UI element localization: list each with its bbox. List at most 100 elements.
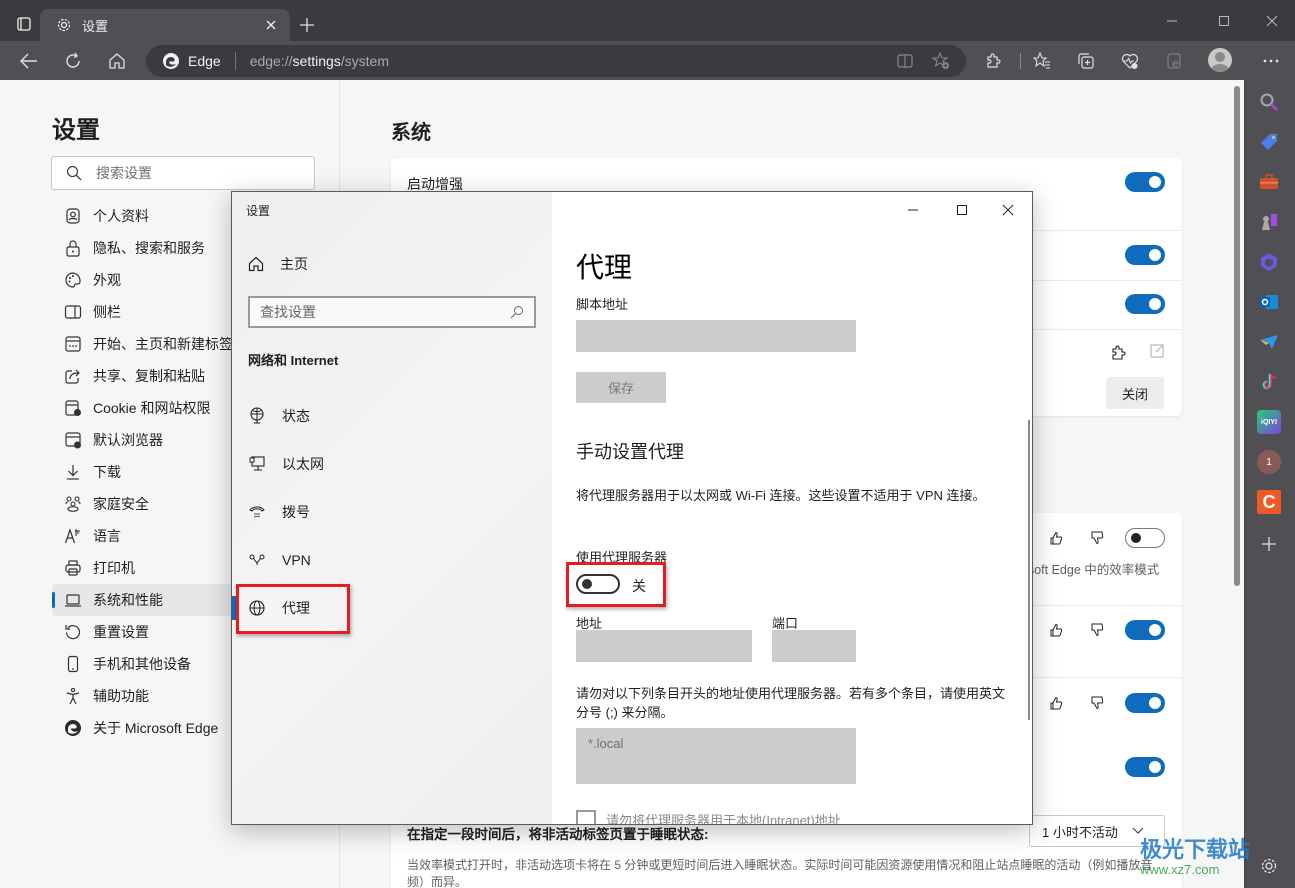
save-button[interactable]: 保存 xyxy=(576,372,666,403)
maximize-icon xyxy=(957,205,967,215)
resource-saving-toggle-3[interactable] xyxy=(1125,757,1165,777)
sidebar-shopping-button[interactable] xyxy=(1257,130,1281,154)
sidebar-games-button[interactable] xyxy=(1257,210,1281,234)
sidebar-search-button[interactable] xyxy=(1257,90,1281,114)
nav-item-2[interactable]: 拨号 xyxy=(232,488,552,536)
bypass-local-checkbox[interactable] xyxy=(576,810,596,824)
chess-icon xyxy=(1262,214,1277,230)
add-favorite-button[interactable] xyxy=(930,50,952,72)
dialog-minimize-button[interactable] xyxy=(898,198,928,222)
close-button[interactable]: 关闭 xyxy=(1106,377,1164,409)
address-bar[interactable]: Edge edge://settings/system xyxy=(146,45,966,77)
outlook-icon xyxy=(1260,295,1278,309)
close-icon xyxy=(266,20,276,30)
nav-item-0[interactable]: 状态 xyxy=(232,392,552,440)
nav-item-1[interactable]: 以太网 xyxy=(232,440,552,488)
gear-icon xyxy=(57,18,71,32)
hardware-acceleration-toggle[interactable] xyxy=(1125,294,1165,314)
efficiency-mode-toggle[interactable] xyxy=(1125,528,1165,548)
search-icon xyxy=(1260,93,1278,111)
nav-item-3[interactable]: VPN xyxy=(232,536,552,584)
collections-button[interactable] xyxy=(1073,48,1099,74)
thumbs-down-button[interactable] xyxy=(1088,694,1106,712)
refresh-button[interactable] xyxy=(60,48,86,74)
script-address-label: 脚本地址 xyxy=(576,297,629,312)
thumbs-up-button[interactable] xyxy=(1047,621,1065,639)
sidebar-add-button[interactable] xyxy=(1257,532,1281,556)
download-icon xyxy=(64,463,82,481)
toggle-highlight-box xyxy=(566,562,666,607)
find-setting-input[interactable]: 查找设置 xyxy=(248,296,536,328)
palette-icon xyxy=(64,271,82,289)
efficiency-mode-description: osoft Edge 中的效率模式 xyxy=(1021,563,1160,577)
favorites-icon xyxy=(1033,52,1050,69)
ellipsis-icon xyxy=(1263,59,1279,63)
proxy-port-input[interactable] xyxy=(772,630,856,662)
resource-saving-toggle-2[interactable] xyxy=(1125,693,1165,713)
thumbs-down-button[interactable] xyxy=(1088,621,1106,639)
dialog-scrollbar[interactable] xyxy=(1028,420,1030,720)
sidebar-notification-button[interactable]: 1 xyxy=(1257,450,1281,474)
scrollbar-thumb[interactable] xyxy=(1234,86,1240,586)
minimize-button[interactable] xyxy=(1152,8,1192,34)
close-window-button[interactable] xyxy=(1252,8,1292,34)
back-button[interactable] xyxy=(16,48,42,74)
browser-essentials-button[interactable] xyxy=(1117,48,1143,74)
search-placeholder: 搜索设置 xyxy=(96,165,152,181)
sidebar-item-label: 外观 xyxy=(93,272,121,288)
new-tab-button[interactable] xyxy=(296,14,318,36)
browser-tab-settings[interactable]: 设置 xyxy=(40,9,290,41)
maximize-button[interactable] xyxy=(1204,8,1244,34)
language-icon xyxy=(64,527,82,545)
sidebar-send-button[interactable] xyxy=(1257,330,1281,354)
favorites-button[interactable] xyxy=(1029,48,1055,74)
exceptions-textarea[interactable]: *.local xyxy=(576,728,856,784)
thumbs-down-icon xyxy=(1091,623,1104,637)
page-scrollbar[interactable] xyxy=(1230,80,1244,888)
sidebar-item-label: 侧栏 xyxy=(93,304,121,320)
tab-close-button[interactable] xyxy=(262,16,280,34)
ie-mode-button[interactable]: e xyxy=(1162,48,1188,74)
startup-boost-toggle[interactable] xyxy=(1125,172,1165,192)
tag-icon xyxy=(1261,134,1277,150)
thumbs-up-button[interactable] xyxy=(1047,694,1065,712)
sidebar-office-button[interactable] xyxy=(1257,250,1281,274)
sidebar-c-app-button[interactable]: C xyxy=(1257,490,1281,514)
background-apps-toggle[interactable] xyxy=(1125,245,1165,265)
bypass-local-label: 请勿将代理服务器用于本地(Intranet)地址 xyxy=(606,813,841,825)
sidebar-settings-button[interactable] xyxy=(1257,854,1281,878)
extensions-button[interactable] xyxy=(980,48,1006,74)
site-identity-label: Edge xyxy=(188,53,221,69)
sidebar-tools-button[interactable] xyxy=(1257,170,1281,194)
proxy-content-pane: 代理 脚本地址 保存 手动设置代理 将代理服务器用于以太网或 Wi-Fi 连接。… xyxy=(552,192,1032,825)
title-bar: 设置 xyxy=(0,0,1295,41)
settings-search-input[interactable]: 搜索设置 xyxy=(51,156,315,190)
tab-actions-button[interactable] xyxy=(12,12,36,36)
tab-actions-icon xyxy=(17,17,31,31)
sidebar-item-label: 隐私、搜索和服务 xyxy=(93,240,205,256)
script-address-input[interactable] xyxy=(576,320,856,352)
default-browser-icon xyxy=(64,431,82,449)
sidebar-outlook-button[interactable] xyxy=(1257,290,1281,314)
dialog-maximize-button[interactable] xyxy=(947,198,977,222)
sidebar-tiktok-button[interactable] xyxy=(1257,370,1281,394)
home-nav-item[interactable]: 主页 xyxy=(248,254,308,274)
more-menu-button[interactable] xyxy=(1258,48,1284,74)
home-button[interactable] xyxy=(104,48,130,74)
profile-avatar[interactable] xyxy=(1208,48,1232,72)
ethernet-icon xyxy=(248,455,266,473)
collections-icon xyxy=(1078,53,1094,69)
new-tab-icon xyxy=(64,335,82,353)
proxy-address-input[interactable] xyxy=(576,630,752,662)
dialup-icon xyxy=(248,503,266,521)
thumbs-up-button[interactable] xyxy=(1047,529,1065,547)
split-screen-button[interactable] xyxy=(894,50,916,72)
iqiyi-icon: iQIYI xyxy=(1261,418,1277,426)
thumbs-down-button[interactable] xyxy=(1088,529,1106,547)
dialog-close-button[interactable] xyxy=(993,198,1023,222)
open-external-button[interactable] xyxy=(1148,342,1166,360)
maximize-icon xyxy=(1219,16,1229,26)
sidebar-iqiyi-button[interactable]: iQIYI xyxy=(1257,410,1281,434)
resource-saving-toggle-1[interactable] xyxy=(1125,620,1165,640)
home-icon xyxy=(109,53,125,69)
